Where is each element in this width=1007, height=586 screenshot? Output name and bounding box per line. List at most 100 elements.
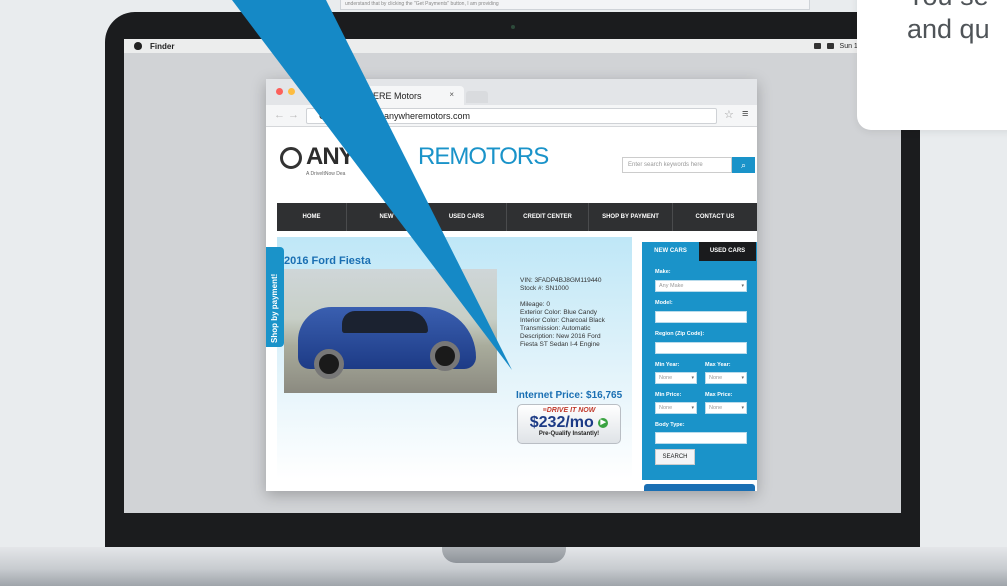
bookmark-star-icon[interactable]: ☆	[724, 108, 734, 121]
play-arrow-icon: ▶	[598, 417, 609, 428]
new-tab-button[interactable]	[466, 91, 488, 103]
volume-icon[interactable]	[813, 43, 821, 49]
logo-text-any: ANY	[306, 143, 355, 170]
address-bar[interactable]: C anywheremotors.com	[306, 108, 717, 124]
chevron-down-icon: ▾	[741, 405, 744, 411]
spec-spacer	[520, 293, 605, 301]
forward-icon[interactable]: →	[288, 109, 299, 121]
address-prefix: C	[319, 111, 326, 121]
spec-interior: Interior Color: Charcoal Black	[520, 317, 605, 324]
web-page: ANY REMOTORS A DriveItNow Dea Enter sear…	[266, 127, 757, 491]
car-front-wheel	[314, 349, 344, 379]
body-type-label: Body Type:	[655, 422, 685, 428]
laptop-screen: Finder Sun 1:44 PM WHERE Motors × ← → C …	[124, 39, 901, 513]
listing-title: 2016 Ford Fiesta	[284, 255, 371, 267]
nav-used-cars[interactable]: USED CARS	[427, 203, 507, 231]
callout-text: You se and qu	[907, 0, 990, 46]
model-input[interactable]	[655, 311, 747, 323]
nav-new-cars[interactable]: NEW	[347, 203, 427, 231]
car-window	[342, 311, 428, 333]
tab-strip: WHERE Motors ×	[266, 79, 757, 105]
body-type-input[interactable]	[655, 432, 747, 444]
tab-close-icon[interactable]: ×	[449, 90, 454, 99]
monthly-payment-value: $232/mo	[529, 414, 594, 431]
make-value: Any Make	[659, 283, 684, 289]
finder-footer-tab[interactable]	[644, 484, 755, 491]
callout-line-1: You se	[907, 0, 990, 13]
min-price-value: None	[659, 405, 673, 411]
max-year-label: Max Year:	[705, 362, 731, 368]
tab-used-cars[interactable]: USED CARS	[699, 242, 756, 261]
chevron-down-icon: ▾	[691, 375, 694, 381]
nav-home[interactable]: HOME	[277, 203, 347, 231]
drive-it-now-button[interactable]: ≡DRIVE IT NOW $232/mo ▶ Pre-Qualify Inst…	[517, 404, 621, 444]
browser-toolbar: ← → C anywheremotors.com ☆ ≡	[266, 105, 757, 127]
max-year-select[interactable]: None ▾	[705, 372, 747, 384]
spec-description-cont: Fiesta ST Sedan I-4 Engine	[520, 341, 600, 348]
internet-price: Internet Price: $16,765	[516, 390, 623, 401]
site-search-button[interactable]: ⌕	[732, 157, 755, 173]
monthly-payment: $232/mo ▶	[518, 414, 620, 431]
logo-tagline: A DriveItNow Dea	[306, 171, 346, 177]
steering-wheel-icon	[280, 147, 302, 169]
callout-card: You se and qu	[857, 0, 1007, 130]
model-label: Model:	[655, 300, 673, 306]
site-search-input[interactable]: Enter search keywords here	[622, 157, 732, 173]
spec-transmission: Transmission: Automatic	[520, 325, 591, 332]
car-rear-wheel	[430, 341, 460, 371]
tab-new-cars[interactable]: NEW CARS	[642, 242, 699, 261]
drive-it-now-label: ≡DRIVE IT NOW	[542, 407, 596, 414]
max-year-value: None	[709, 375, 723, 381]
min-year-label: Min Year:	[655, 362, 680, 368]
finder-menu[interactable]: Finder	[150, 42, 174, 51]
apple-icon[interactable]	[134, 42, 142, 50]
spec-stock: Stock #: SN1000	[520, 285, 569, 292]
car-photo[interactable]	[284, 269, 497, 393]
back-icon[interactable]: ←	[274, 109, 285, 121]
max-price-select[interactable]: None ▾	[705, 402, 747, 414]
search-icon: ⌕	[740, 160, 747, 170]
webcam	[511, 25, 515, 29]
mac-menu-bar: Finder Sun 1:44 PM	[124, 39, 901, 53]
address-url: anywheremotors.com	[384, 111, 471, 121]
browser-window: WHERE Motors × ← → C anywheremotors.com …	[266, 79, 757, 491]
region-input[interactable]	[655, 342, 747, 354]
vehicle-finder: NEW CARS USED CARS Make: Any Make ▾ Mode…	[642, 242, 757, 480]
spec-exterior: Exterior Color: Blue Candy	[520, 309, 597, 316]
finder-search-button[interactable]: SEARCH	[655, 449, 695, 465]
vehicle-specs: VIN: 3FADP4BJ8GM119440 Stock #: SN1000 M…	[520, 277, 605, 349]
make-label: Make:	[655, 269, 671, 275]
region-label: Region (Zip Code):	[655, 331, 705, 337]
max-price-value: None	[709, 405, 723, 411]
background-email-strip: understand that by clicking the "Get Pay…	[340, 0, 810, 10]
spec-mileage: Mileage: 0	[520, 301, 550, 308]
minimize-window-icon[interactable]	[288, 88, 295, 95]
logo-text-motors: REMOTORS	[418, 143, 549, 170]
chevron-down-icon: ▾	[741, 375, 744, 381]
min-year-select[interactable]: None ▾	[655, 372, 697, 384]
laptop-notch	[442, 547, 566, 563]
make-select[interactable]: Any Make ▾	[655, 280, 747, 292]
main-navigation: HOME NEW USED CARS CREDIT CENTER SHOP BY…	[277, 203, 757, 231]
chevron-down-icon: ▾	[741, 283, 744, 289]
min-price-label: Min Price:	[655, 392, 682, 398]
bluetooth-icon[interactable]	[826, 43, 834, 49]
nav-credit-center[interactable]: CREDIT CENTER	[507, 203, 589, 231]
min-year-value: None	[659, 375, 673, 381]
shop-by-payment-label: Shop by payment!	[270, 273, 279, 343]
spec-description: Description: New 2016 Ford	[520, 333, 601, 340]
finder-tabs: NEW CARS USED CARS	[642, 242, 757, 261]
tab-title: WHERE Motors	[358, 91, 422, 101]
nav-shop-by-payment[interactable]: SHOP BY PAYMENT	[589, 203, 673, 231]
spec-vin: VIN: 3FADP4BJ8GM119440	[520, 277, 602, 284]
shop-by-payment-tab[interactable]: Shop by payment!	[266, 247, 284, 347]
close-window-icon[interactable]	[276, 88, 283, 95]
max-price-label: Max Price:	[705, 392, 733, 398]
min-price-select[interactable]: None ▾	[655, 402, 697, 414]
browser-menu-icon[interactable]: ≡	[742, 108, 748, 120]
chevron-down-icon: ▾	[691, 405, 694, 411]
callout-line-2: and qu	[907, 14, 990, 44]
nav-contact-us[interactable]: CONTACT US	[673, 203, 757, 231]
browser-tab[interactable]: WHERE Motors ×	[346, 86, 464, 105]
pre-qualify-text: Pre-Qualify Instantly!	[538, 431, 600, 437]
